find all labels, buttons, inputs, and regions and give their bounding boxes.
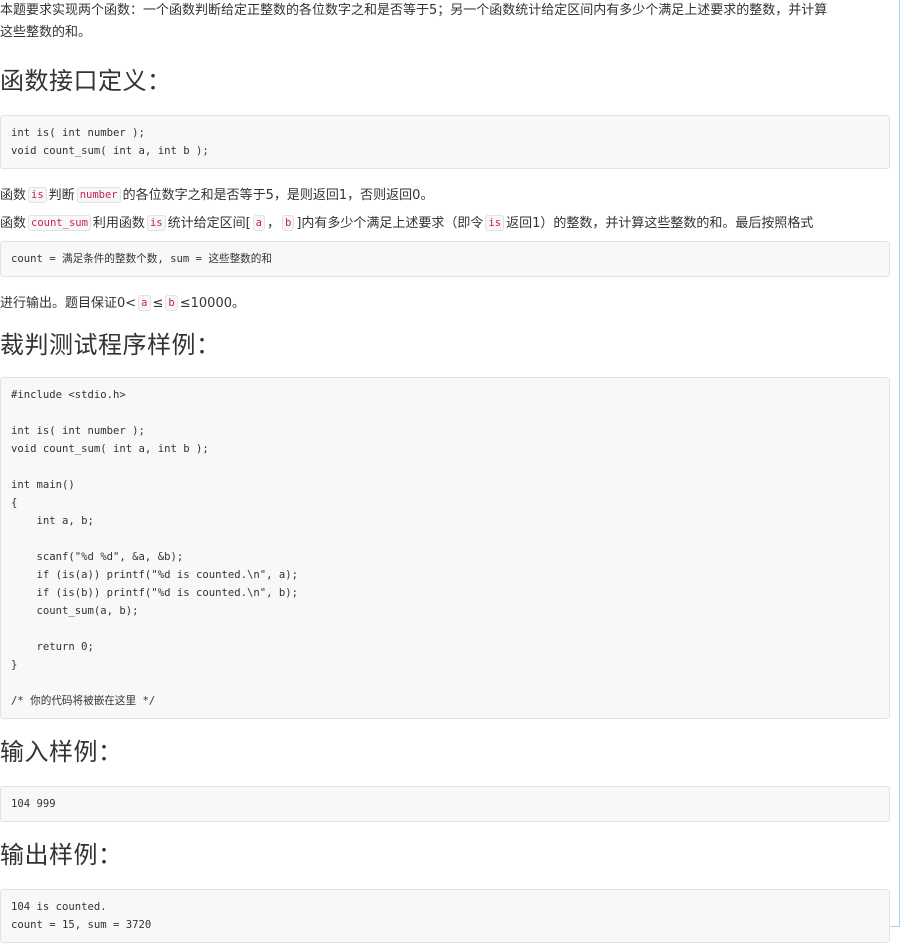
desc-text: 函数 — [0, 188, 27, 203]
desc-text: 进行输出。题目保证0< — [0, 296, 137, 311]
inline-code-number: number — [76, 187, 121, 203]
description-constraints: 进行输出。题目保证0< a ≤ b ≤10000。 — [0, 293, 890, 315]
problem-statement: 本题要求实现两个函数：一个函数判断给定正整数的各位数字之和是否等于5；另一个函数… — [0, 0, 890, 943]
desc-text: 的各位数字之和是否等于5，是则返回1，否则返回0。 — [122, 188, 434, 203]
output-sample-code-block: 104 is counted. count = 15, sum = 3720 — [0, 889, 890, 943]
inline-code-a: a — [252, 215, 265, 231]
desc-text: 统计给定区间[ — [167, 216, 251, 231]
description-is: 函数 is 判断 number 的各位数字之和是否等于5，是则返回1，否则返回0。 — [0, 185, 890, 207]
inline-code-b: b — [165, 295, 178, 311]
desc-text: 返回1）的整数，并计算这些整数的和。最后按照格式 — [506, 216, 814, 231]
inline-code-is: is — [485, 215, 505, 231]
desc-text: 判断 — [48, 188, 75, 203]
inline-code-is: is — [28, 187, 47, 203]
heading-function-interface: 函数接口定义： — [0, 67, 172, 95]
inline-code-count-sum: count_sum — [28, 215, 91, 231]
desc-text: ]内有多少个满足上述要求（即令 — [296, 216, 484, 231]
desc-text: 函数 — [0, 216, 27, 231]
input-sample-code-block: 104 999 — [0, 786, 890, 822]
inline-code-is: is — [146, 215, 166, 231]
intro-line-1: 本题要求实现两个函数：一个函数判断给定正整数的各位数字之和是否等于5；另一个函数… — [0, 3, 828, 18]
interface-code-block: int is( int number ); void count_sum( in… — [0, 115, 890, 169]
judge-program-code-block: #include <stdio.h> int is( int number );… — [0, 377, 890, 719]
heading-input-sample: 输入样例： — [0, 738, 123, 766]
description-count-sum: 函数 count_sum 利用函数 is 统计给定区间[a， b]内有多少个满足上述要求（… — [0, 213, 890, 235]
output-format-code-block: count = 满足条件的整数个数, sum = 这些整数的和 — [0, 241, 890, 277]
desc-text: ≤10000。 — [179, 296, 245, 311]
inline-code-a: a — [138, 295, 151, 311]
desc-text: ≤ — [152, 296, 164, 311]
heading-judge-program: 裁判测试程序样例： — [0, 331, 221, 359]
heading-output-sample: 输出样例： — [0, 841, 123, 869]
intro-paragraph: 本题要求实现两个函数：一个函数判断给定正整数的各位数字之和是否等于5；另一个函数… — [0, 0, 890, 44]
inline-code-b: b — [282, 215, 295, 231]
intro-line-2: 这些整数的和。 — [0, 25, 92, 40]
desc-text: ， — [267, 216, 281, 231]
desc-text: 利用函数 — [92, 216, 145, 231]
